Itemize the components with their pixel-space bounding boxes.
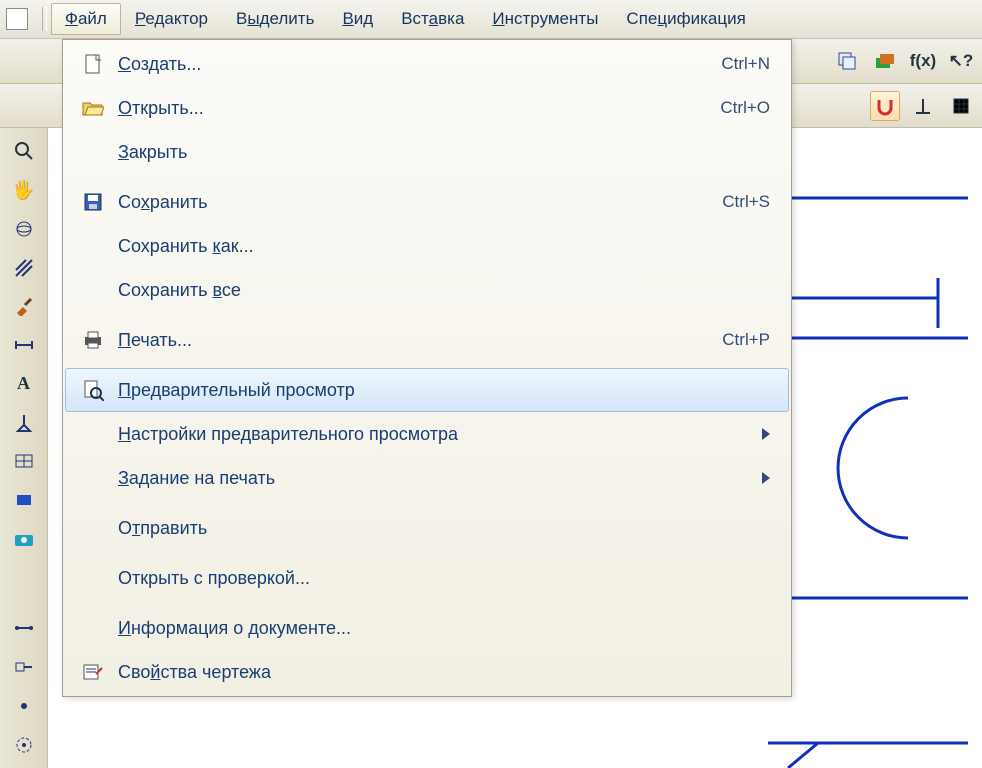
properties-icon: [76, 660, 110, 684]
menu-spec[interactable]: Спецификация: [612, 3, 759, 35]
menu-file[interactable]: Файл: [51, 3, 121, 35]
brush-icon[interactable]: [11, 295, 37, 318]
new-file-icon: [76, 52, 110, 76]
link-line-icon[interactable]: [11, 617, 37, 640]
menu-item-saveas[interactable]: Сохранить как...: [65, 224, 789, 268]
text-a-icon[interactable]: A: [11, 372, 37, 395]
menu-select[interactable]: Выделить: [222, 3, 328, 35]
circle-select-icon[interactable]: [11, 733, 37, 756]
hand-icon[interactable]: 🖐: [11, 179, 37, 202]
menu-item-new[interactable]: Создать... Ctrl+N: [65, 42, 789, 86]
socket-icon[interactable]: [11, 656, 37, 679]
table-icon[interactable]: [11, 450, 37, 473]
marker-icon[interactable]: [11, 411, 37, 434]
magnet-icon[interactable]: [870, 91, 900, 121]
hatch-icon[interactable]: [11, 256, 37, 279]
menubar: Файл Редактор Выделить Вид Вставка Инстр…: [0, 0, 982, 39]
grid-icon[interactable]: [946, 91, 976, 121]
shortcut: Ctrl+S: [722, 192, 770, 212]
menu-item-preview-settings[interactable]: Настройки предварительного просмотра: [65, 412, 789, 456]
menu-view[interactable]: Вид: [328, 3, 387, 35]
submenu-arrow-icon: [762, 428, 770, 440]
help-pointer-icon[interactable]: ↖?: [946, 46, 976, 76]
menu-item-doc-info[interactable]: Информация о документе...: [65, 606, 789, 650]
orbit-icon[interactable]: [11, 217, 37, 240]
menu-item-preview[interactable]: Предварительный просмотр: [65, 368, 789, 412]
floppy-icon: [76, 190, 110, 214]
menu-editor[interactable]: Редактор: [121, 3, 222, 35]
rect-icon[interactable]: [11, 489, 37, 512]
menu-item-saveall[interactable]: Сохранить все: [65, 268, 789, 312]
menu-tools[interactable]: Инструменты: [478, 3, 612, 35]
menu-item-properties[interactable]: Свойства чертежа: [65, 650, 789, 694]
preview-icon: [76, 378, 110, 402]
perpendicular-icon[interactable]: [908, 91, 938, 121]
layers-icon[interactable]: [870, 46, 900, 76]
menu-item-print-job[interactable]: Задание на печать: [65, 456, 789, 500]
shortcut: Ctrl+O: [720, 98, 770, 118]
printer-icon: [76, 328, 110, 352]
submenu-arrow-icon: [762, 472, 770, 484]
toolbar-separator: [42, 7, 47, 31]
menu-file-dropdown: Создать... Ctrl+N Открыть... Ctrl+O Закр…: [62, 39, 792, 697]
camera-icon[interactable]: [11, 527, 37, 550]
menu-item-open-check[interactable]: Открыть с проверкой...: [65, 556, 789, 600]
menu-item-open[interactable]: Открыть... Ctrl+O: [65, 86, 789, 130]
dot-icon[interactable]: [11, 695, 37, 718]
menu-insert[interactable]: Вставка: [387, 3, 478, 35]
shortcut: Ctrl+N: [721, 54, 770, 74]
left-toolbar: 🖐 A: [0, 128, 48, 768]
zoom-icon[interactable]: [11, 140, 37, 163]
copy-object-icon[interactable]: [832, 46, 862, 76]
menu-item-send[interactable]: Отправить: [65, 506, 789, 550]
fx-icon[interactable]: f(x): [908, 46, 938, 76]
menu-item-close[interactable]: Закрыть: [65, 130, 789, 174]
menu-item-save[interactable]: Сохранить Ctrl+S: [65, 180, 789, 224]
open-folder-icon: [76, 96, 110, 120]
app-icon: [6, 8, 28, 30]
shortcut: Ctrl+P: [722, 330, 770, 350]
menu-item-print[interactable]: Печать... Ctrl+P: [65, 318, 789, 362]
measure-icon[interactable]: [11, 334, 37, 357]
